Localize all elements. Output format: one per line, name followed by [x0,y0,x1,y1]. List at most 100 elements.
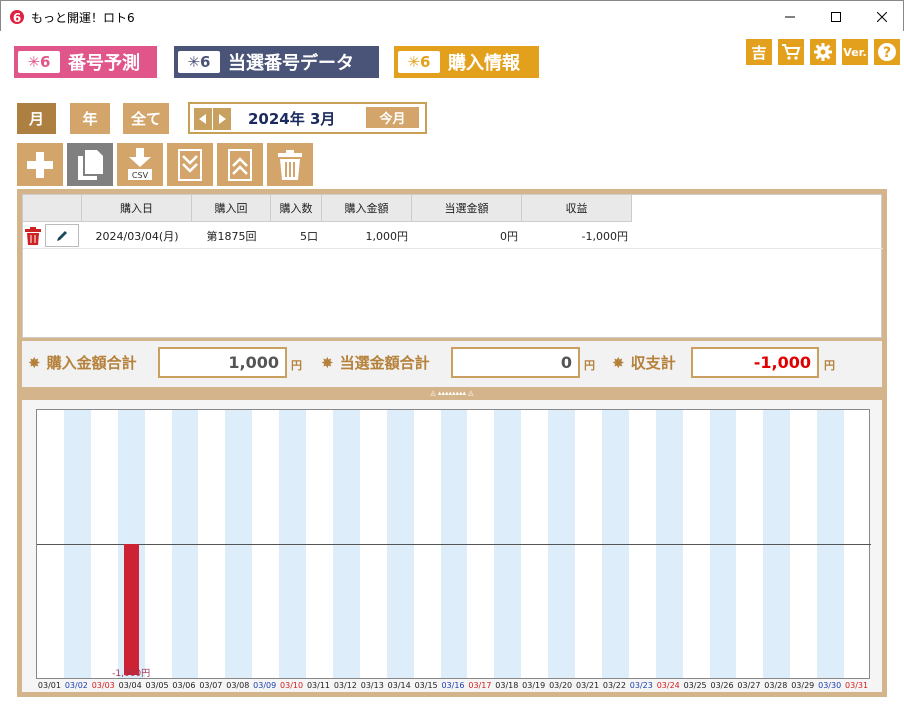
prev-month-button[interactable] [194,108,212,130]
x-tick-label: 03/31 [845,681,869,690]
x-tick-label: 03/24 [656,681,680,690]
table-header: 購入金額 [322,195,412,222]
x-tick-label: 03/13 [360,681,384,690]
x-tick-label: 03/19 [522,681,546,690]
row-profit: -1,000円 [581,230,628,243]
window-title: もっと開運！ロト6 [31,11,135,25]
chart-zero-line [37,543,871,545]
table-header: 購入回 [192,195,271,222]
month-navigator: 2024年 3月 今月 [188,102,427,134]
sparkle-icon: ✸ [321,353,334,372]
x-tick-label: 03/09 [253,681,277,690]
sparkle-icon: ✸ [612,353,625,372]
x-tick-label: 03/27 [737,681,761,690]
sparkle-icon: ✸ [28,353,41,372]
help-icon[interactable]: ? [874,39,900,65]
row-draw: 第1875回 [206,230,257,243]
profit-chart: -1,000円 [36,409,871,679]
row-divider [23,248,883,249]
copy-button[interactable] [67,143,113,186]
purchase-total-value: 1,000 [158,347,287,378]
loto6-logo-icon: ✳6 [398,51,440,73]
x-tick-label: 03/25 [683,681,707,690]
balance-total-value: -1,000 [691,347,819,378]
table-header: 当選金額 [412,195,522,222]
yen-unit: 円 [584,359,595,372]
purchase-table: 購入日 購入回 購入数 購入金額 当選金額 収益 2024/03/04(月) 第… [22,194,883,338]
delete-all-button[interactable] [267,143,313,186]
tab-winning-data-label: 当選番号データ [228,53,354,74]
x-tick-label: 03/26 [710,681,734,690]
x-tick-label: 03/16 [441,681,465,690]
purchase-total-label: ✸ 購入金額合計 [28,353,137,373]
close-button[interactable] [859,1,904,32]
add-button[interactable] [17,143,63,186]
maximize-button[interactable] [813,1,859,32]
fortune-icon[interactable]: 吉 [746,39,772,65]
table-row[interactable]: 2024/03/04(月) 第1875回 5口 1,000円 0円 -1,000… [23,223,883,249]
x-tick-label: 03/03 [91,681,115,690]
csv-export-button[interactable]: CSV [117,143,163,186]
svg-text:6: 6 [13,11,21,25]
loto6-logo-icon: ✳6 [18,51,60,73]
table-header-actions [23,195,82,222]
x-tick-label: 03/07 [199,681,223,690]
x-tick-label: 03/01 [37,681,61,690]
x-tick-label: 03/06 [172,681,196,690]
x-tick-label: 03/15 [414,681,438,690]
table-header: 購入日 [82,195,192,222]
x-tick-label: 03/02 [64,681,88,690]
panel-splitter[interactable]: ◬ ▴▴▴▴▴▴▴▴ ◬ [17,387,887,400]
next-month-button[interactable] [213,108,231,130]
scroll-down-button[interactable] [167,143,213,186]
row-date: 2024/03/04(月) [95,230,179,243]
row-cost: 1,000円 [365,230,409,243]
x-tick-label: 03/22 [602,681,626,690]
row-count: 5口 [300,230,318,243]
row-edit-icon[interactable] [45,224,79,247]
x-tick-label: 03/29 [791,681,815,690]
tab-prediction[interactable]: ✳6 番号予測 [14,46,157,78]
loto6-logo-icon: ✳6 [178,51,220,73]
x-tick-label: 03/10 [280,681,304,690]
x-tick-label: 03/05 [145,681,169,690]
yen-unit: 円 [291,359,302,372]
gear-icon[interactable] [810,39,836,65]
x-tick-label: 03/28 [764,681,788,690]
balance-total-label: ✸ 収支計 [612,353,676,373]
tab-winning-data[interactable]: ✳6 当選番号データ [174,46,379,78]
win-total-value: 0 [451,347,580,378]
title-bar: 6 もっと開運！ロト6 [0,0,904,31]
x-tick-label: 03/08 [226,681,250,690]
chart-bar [123,544,139,675]
tab-purchase-info[interactable]: ✳6 購入情報 [394,46,539,78]
x-tick-label: 03/21 [575,681,600,690]
x-tick-label: 03/23 [629,681,653,690]
period-month-button[interactable]: 月 [17,103,56,134]
win-total-label: ✸ 当選金額合計 [321,353,430,373]
x-tick-label: 03/17 [468,681,492,690]
scroll-up-button[interactable] [217,143,263,186]
x-tick-label: 03/30 [818,681,842,690]
x-tick-label: 03/12 [333,681,357,690]
cart-icon[interactable] [778,39,804,65]
table-header: 購入数 [271,195,322,222]
period-all-button[interactable]: 全て [123,103,169,134]
chart-data-label: -1,000円 [112,669,151,679]
x-tick-label: 03/04 [118,681,142,690]
table-header: 収益 [522,195,632,222]
svg-text:?: ? [883,45,891,61]
current-month-label: 2024年 3月 [248,110,336,128]
splitter-grip-icon: ◬ ▴▴▴▴▴▴▴▴ ◬ [430,389,474,397]
x-tick-label: 03/14 [387,681,411,690]
app-logo-icon: 6 [8,7,26,25]
svg-text:CSV: CSV [132,171,149,180]
version-icon[interactable]: Ver. [842,39,868,65]
row-delete-icon[interactable] [24,226,42,246]
minimize-button[interactable] [767,1,813,32]
row-win: 0円 [500,230,518,243]
this-month-button[interactable]: 今月 [366,107,419,128]
yen-unit: 円 [824,359,835,372]
x-tick-label: 03/20 [549,681,573,690]
period-year-button[interactable]: 年 [70,103,110,134]
